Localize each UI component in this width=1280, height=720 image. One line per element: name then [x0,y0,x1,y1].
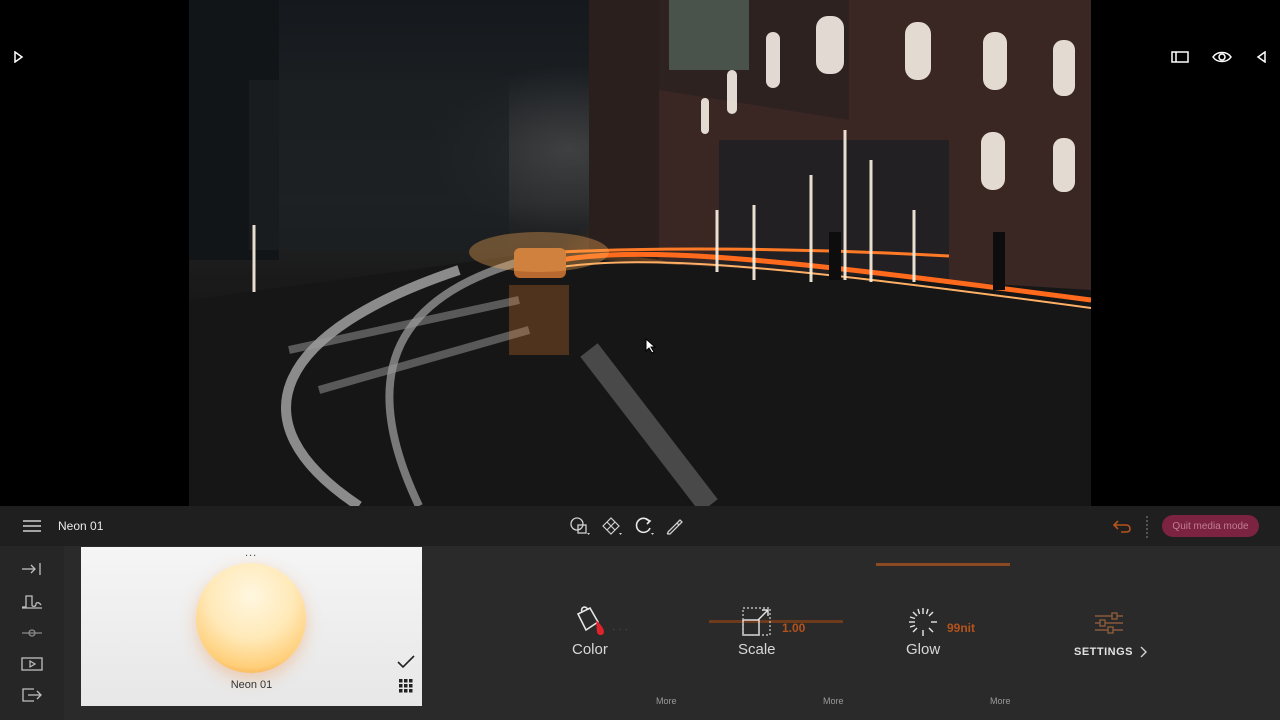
thumbnail-label: Neon 01 [230,679,273,691]
thumbnail-options-menu[interactable]: ... [245,547,257,559]
scene-illustration [189,0,1091,506]
neon-sphere-preview [196,563,306,673]
curve-button[interactable] [18,590,46,612]
layer-name: Neon 01 [58,519,104,533]
settings-button[interactable]: SETTINGS [1074,646,1148,658]
paint-bucket-icon [576,606,604,636]
color-label: Color [572,641,608,658]
scale-label: Scale [738,641,776,658]
toolbar-divider [1146,516,1150,538]
preview-visibility-button[interactable] [1210,45,1234,69]
grid-icon [399,679,413,693]
applied-check-icon [397,655,415,674]
material-thumbnail[interactable]: ... Neon 01 [81,547,422,706]
import-arrow-icon [22,563,41,575]
glow-indicator-bar [876,563,1010,566]
expand-left-panel-button[interactable] [6,45,30,69]
frame-icon [1171,51,1189,63]
mesh-tool-button[interactable] [600,514,624,538]
settings-label: SETTINGS [1074,646,1134,658]
keyframe-slider-icon [22,629,42,637]
mouse-cursor-icon [645,338,657,354]
chevron-right-icon [1140,646,1148,658]
export-arrow-icon [22,688,42,702]
menu-button[interactable] [20,514,44,538]
eyedropper-icon [666,519,683,535]
media-button[interactable] [18,653,46,675]
scene-preview-image[interactable] [189,0,1091,506]
scale-value[interactable]: 1.00 [782,621,805,635]
rotate-tool-button[interactable] [632,514,656,538]
play-triangle-icon [14,51,24,63]
hamburger-icon [23,520,41,532]
collapse-right-panel-button[interactable] [1250,45,1274,69]
panel-sidebar [0,546,64,720]
triangle-left-icon [1256,51,1266,63]
color-more-link[interactable]: More [656,696,677,706]
glow-sun-icon [909,608,937,636]
video-icon [21,657,43,671]
keyframe-button[interactable] [18,622,46,644]
settings-sliders-icon [1094,612,1124,639]
color-paint-bucket-button[interactable] [570,604,608,641]
glow-more-link[interactable]: More [990,696,1011,706]
shapes-icon [570,517,590,535]
curve-icon [22,595,42,609]
undo-button[interactable] [1110,514,1134,538]
eye-icon [1212,51,1232,63]
aspect-frame-button[interactable] [1168,45,1192,69]
scale-more-link[interactable]: More [823,696,844,706]
color-options-dots[interactable]: ··· [612,624,631,635]
glow-value[interactable]: 99nit [947,621,975,635]
export-button[interactable] [18,684,46,706]
layer-toolbar: Neon 01 Quit media mode [0,506,1280,546]
scale-slider[interactable] [709,620,843,623]
scale-icon [740,606,772,643]
mesh-icon [602,517,622,535]
quit-media-mode-button[interactable]: Quit media mode [1162,515,1259,537]
eyedropper-tool-button[interactable] [662,514,686,538]
grid-view-button[interactable] [399,679,413,698]
rotate-icon [635,517,654,535]
glow-label: Glow [906,641,941,658]
shape-tool-button[interactable] [568,514,592,538]
glow-button[interactable] [907,606,939,643]
undo-icon [1112,520,1131,533]
import-button[interactable] [18,558,46,580]
